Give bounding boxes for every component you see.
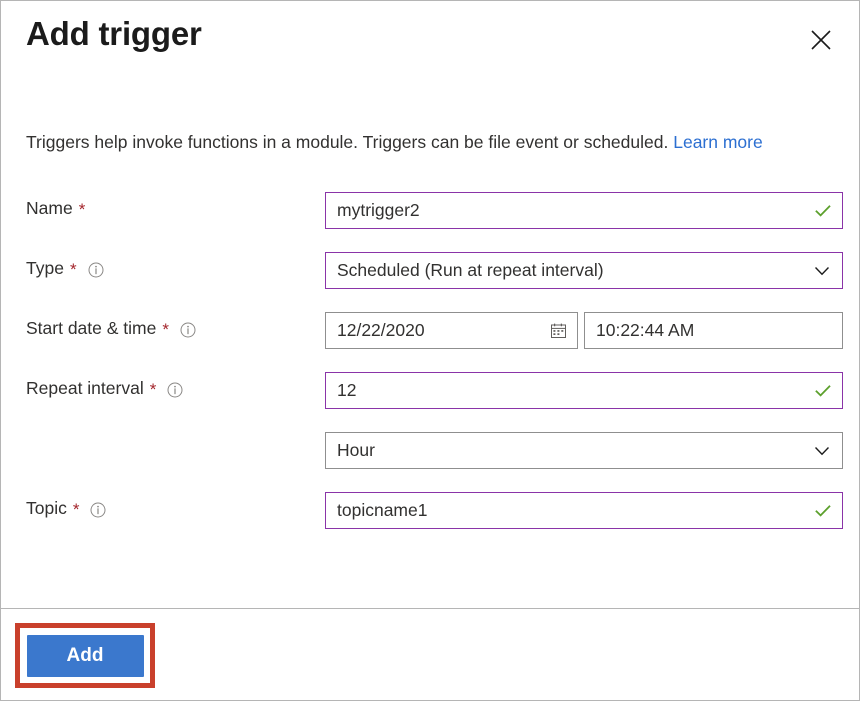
input-start-time-value: 10:22:44 AM: [596, 320, 695, 340]
close-button[interactable]: [803, 22, 839, 58]
close-icon: [810, 29, 832, 51]
label-name-text: Name: [26, 198, 73, 218]
select-repeat-unit[interactable]: Hour: [325, 432, 843, 469]
description-sentence: Triggers help invoke functions in a modu…: [26, 132, 669, 152]
info-icon[interactable]: [88, 262, 104, 278]
input-start-time[interactable]: 10:22:44 AM: [584, 312, 843, 349]
input-repeat-interval[interactable]: 12: [325, 372, 843, 409]
check-icon: [814, 382, 832, 400]
form-row-name: Name * mytrigger2: [1, 184, 859, 244]
check-icon: [814, 502, 832, 520]
form-row-type: Type * Scheduled (Run at repeat interval…: [1, 244, 859, 304]
select-type-value: Scheduled (Run at repeat interval): [337, 260, 604, 280]
label-type-text: Type: [26, 258, 64, 278]
info-icon[interactable]: [90, 502, 106, 518]
form-row-topic: Topic * topicname1: [1, 484, 859, 544]
input-repeat-interval-value: 12: [337, 380, 357, 400]
add-button-highlight: Add: [15, 623, 155, 688]
learn-more-link[interactable]: Learn more: [673, 132, 763, 152]
select-type[interactable]: Scheduled (Run at repeat interval): [325, 252, 843, 289]
calendar-icon[interactable]: [550, 322, 567, 339]
form-row-repeat-interval: Repeat interval * 12: [1, 364, 859, 424]
form-row-start-date-time: Start date & time * 12/22/2020 10:22:44 …: [1, 304, 859, 364]
add-trigger-panel: Add trigger Triggers help invoke functio…: [0, 0, 860, 701]
input-topic-value: topicname1: [337, 500, 428, 520]
label-type: Type *: [26, 258, 104, 279]
label-repeat-interval-text: Repeat interval: [26, 378, 144, 398]
label-start-date-time: Start date & time *: [26, 318, 196, 339]
info-icon[interactable]: [180, 322, 196, 338]
info-icon[interactable]: [167, 382, 183, 398]
check-icon: [814, 202, 832, 220]
label-topic: Topic *: [26, 498, 106, 519]
required-marker: *: [78, 200, 86, 219]
label-repeat-interval: Repeat interval *: [26, 378, 183, 399]
input-topic[interactable]: topicname1: [325, 492, 843, 529]
select-repeat-unit-value: Hour: [337, 440, 375, 460]
required-marker: *: [69, 260, 77, 279]
label-start-date-time-text: Start date & time: [26, 318, 157, 338]
form-row-repeat-unit: Hour: [1, 424, 859, 484]
required-marker: *: [149, 380, 157, 399]
footer-divider: [1, 608, 859, 609]
required-marker: *: [72, 500, 80, 519]
page-title: Add trigger: [26, 15, 202, 52]
add-button[interactable]: Add: [26, 634, 144, 677]
label-name: Name *: [26, 198, 85, 219]
description-text: Triggers help invoke functions in a modu…: [26, 129, 763, 155]
chevron-down-icon: [812, 261, 832, 281]
panel-header: Add trigger: [1, 1, 859, 91]
required-marker: *: [162, 320, 169, 339]
input-name[interactable]: mytrigger2: [325, 192, 843, 229]
input-start-date[interactable]: 12/22/2020: [325, 312, 578, 349]
label-topic-text: Topic: [26, 498, 67, 518]
trigger-form: Name * mytrigger2 Type * Scheduled (Run …: [1, 184, 859, 544]
chevron-down-icon: [812, 441, 832, 461]
input-name-value: mytrigger2: [337, 200, 420, 220]
input-start-date-value: 12/22/2020: [337, 320, 425, 340]
